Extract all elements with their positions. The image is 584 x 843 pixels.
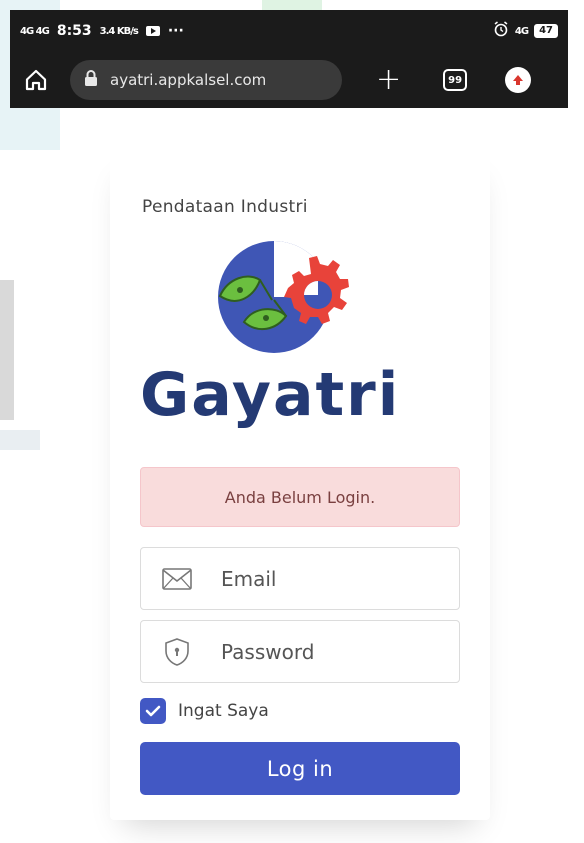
youtube-notification-icon (145, 26, 160, 36)
address-bar[interactable]: ayatri.appkalsel.com (70, 60, 342, 100)
browser-toolbar: ayatri.appkalsel.com + 99 (10, 52, 568, 108)
tab-switcher-button[interactable]: 99 (443, 69, 468, 91)
email-input[interactable] (219, 565, 443, 592)
new-tab-icon[interactable]: + (376, 65, 401, 95)
status-bar-left: 4G 4G 8:53 3.4 KB/s ··· (20, 23, 184, 39)
page-subtitle: Pendataan Industri (142, 197, 308, 217)
background-decoration (0, 430, 40, 450)
more-notifications-icon: ··· (167, 23, 184, 39)
alarm-icon (493, 21, 509, 41)
envelope-icon (155, 567, 199, 590)
email-field[interactable] (140, 547, 460, 610)
shield-lock-icon (155, 637, 199, 666)
status-bar-right: 4G 47 (493, 21, 558, 41)
url-text: ayatri.appkalsel.com (110, 71, 267, 89)
login-alert: Anda Belum Login. (140, 467, 460, 527)
lock-icon (84, 70, 98, 90)
signal-indicator: 4G 4G (20, 25, 50, 37)
browser-menu-icon[interactable] (505, 67, 532, 93)
network-indicator: 4G (514, 25, 529, 37)
battery-indicator: 47 (534, 24, 558, 38)
password-input[interactable] (219, 638, 443, 665)
background-decoration (0, 280, 14, 420)
data-rate: 3.4 KB/s (99, 25, 139, 37)
gayatri-logo (214, 238, 382, 356)
login-button[interactable]: Log in (140, 742, 460, 795)
remember-me[interactable]: Ingat Saya (140, 698, 269, 724)
status-bar: 4G 4G 8:53 3.4 KB/s ··· 4G 47 (10, 10, 568, 52)
clock: 8:53 (56, 23, 92, 39)
brand-title: Gayatri (140, 360, 401, 430)
remember-me-checkbox[interactable] (140, 698, 166, 724)
home-icon[interactable] (22, 66, 50, 94)
password-field[interactable] (140, 620, 460, 683)
remember-me-label: Ingat Saya (178, 701, 269, 721)
